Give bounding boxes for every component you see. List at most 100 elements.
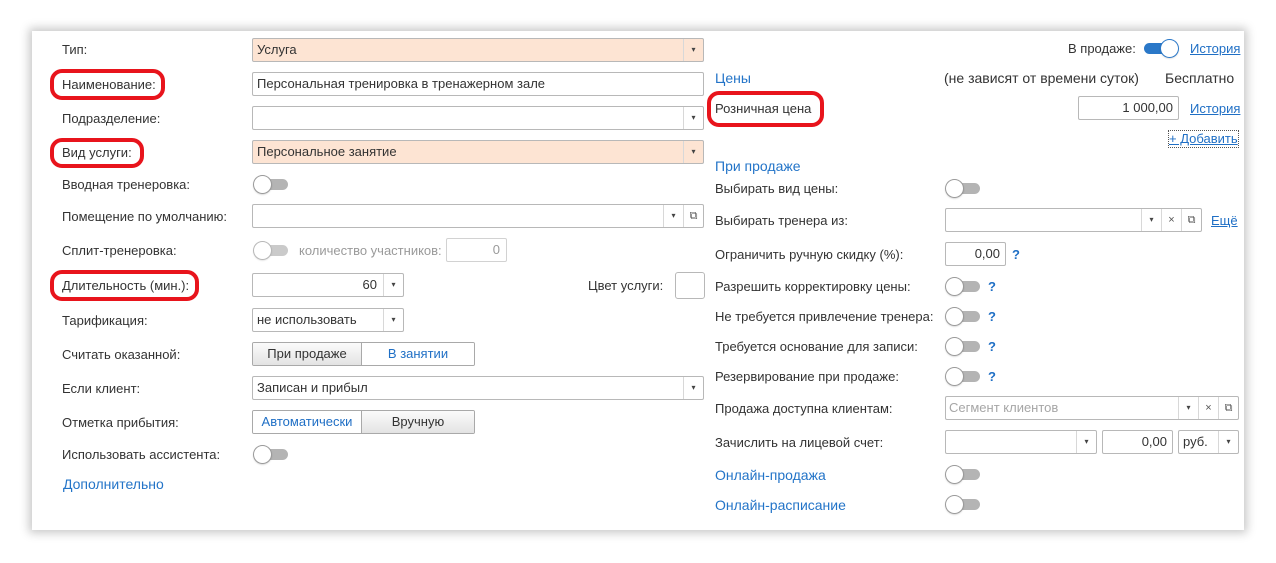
on-sale-toggle[interactable] — [1144, 40, 1178, 57]
use-assistant-toggle[interactable] — [254, 446, 288, 463]
chevron-down-icon[interactable]: ▾ — [663, 205, 683, 227]
limit-discount-value: 0,00 — [974, 246, 1000, 261]
allow-price-adjust-label: Разрешить корректировку цены: — [715, 279, 911, 294]
chevron-down-icon[interactable]: ▾ — [1141, 209, 1161, 231]
chevron-down-icon[interactable]: ▾ — [383, 309, 403, 331]
intro-training-toggle[interactable] — [254, 176, 288, 193]
choose-trainer-select[interactable]: ▾ × ⧉ — [945, 208, 1202, 232]
intro-training-label: Вводная тренеровка: — [62, 177, 191, 192]
chevron-down-icon[interactable]: ▾ — [683, 107, 703, 129]
online-sale-toggle[interactable] — [946, 466, 980, 483]
chevron-down-icon[interactable]: ▾ — [1178, 397, 1198, 419]
free-label: Бесплатно — [1165, 70, 1235, 86]
type-select[interactable]: Услуга ▾ — [252, 38, 704, 62]
service-kind-select[interactable]: Персональное занятие ▾ — [252, 140, 704, 164]
available-to-clients-label: Продажа доступна клиентам: — [715, 401, 893, 416]
no-trainer-needed-label: Не требуется привлечение тренера: — [715, 309, 934, 324]
help-icon[interactable]: ? — [988, 369, 996, 385]
chevron-down-icon[interactable]: ▾ — [383, 274, 403, 296]
split-training-label: Сплит-тренеровка: — [62, 243, 177, 258]
online-sale-link[interactable]: Онлайн-продажа — [715, 467, 826, 484]
service-color-picker[interactable] — [675, 272, 705, 299]
type-label: Тип: — [62, 42, 88, 57]
credit-account-label: Зачислить на лицевой счет: — [715, 435, 884, 450]
chevron-down-icon[interactable]: ▾ — [683, 141, 703, 163]
option-automatic[interactable]: Автоматически — [253, 411, 361, 433]
service-kind-value: Персональное занятие — [257, 144, 397, 159]
chevron-down-icon[interactable]: ▾ — [683, 39, 703, 61]
add-price-link[interactable]: + Добавить — [1168, 130, 1239, 148]
name-value: Персональная тренировка в тренажерном за… — [257, 76, 546, 91]
reserve-on-sale-toggle[interactable] — [946, 368, 980, 385]
limit-discount-label: Ограничить ручную скидку (%): — [715, 247, 904, 262]
division-select[interactable]: ▾ — [252, 106, 704, 130]
allow-price-adjust-toggle[interactable] — [946, 278, 980, 295]
prices-note: (не зависят от времени суток) — [944, 70, 1139, 86]
client-segment-select[interactable]: Сегмент клиентов ▾ × ⧉ — [945, 396, 1239, 420]
currency-value: руб. — [1183, 434, 1208, 449]
tariffing-value: не использовать — [257, 312, 357, 327]
account-select[interactable]: ▾ — [945, 430, 1097, 454]
credit-amount-value: 0,00 — [1141, 434, 1167, 449]
open-icon[interactable]: ⧉ — [1218, 397, 1238, 419]
arrival-mark-label: Отметка прибытия: — [62, 415, 179, 430]
open-icon[interactable]: ⧉ — [1181, 209, 1201, 231]
count-rendered-label: Считать оказанной: — [62, 347, 181, 362]
tariffing-select[interactable]: не использовать ▾ — [252, 308, 404, 332]
if-client-label: Если клиент: — [62, 381, 141, 396]
highlight-ring-name — [50, 69, 165, 100]
chevron-down-icon[interactable]: ▾ — [1218, 431, 1238, 453]
help-icon[interactable]: ? — [988, 309, 996, 325]
prices-section-title[interactable]: Цены — [715, 70, 751, 87]
chevron-down-icon[interactable]: ▾ — [683, 377, 703, 399]
reserve-on-sale-label: Резервирование при продаже: — [715, 369, 899, 384]
client-segment-placeholder: Сегмент клиентов — [949, 400, 1059, 415]
default-room-label: Помещение по умолчанию: — [62, 209, 228, 224]
chevron-down-icon[interactable]: ▾ — [1076, 431, 1096, 453]
retail-price-value: 1 000,00 — [1122, 100, 1173, 115]
participants-input[interactable]: 0 — [446, 238, 507, 262]
participants-label: количество участников: — [299, 243, 442, 258]
count-rendered-switch: При продаже В занятии — [252, 342, 475, 366]
online-schedule-toggle[interactable] — [946, 496, 980, 513]
help-icon[interactable]: ? — [1012, 247, 1020, 263]
option-manual[interactable]: Вручную — [362, 411, 474, 433]
on-sale-section-title[interactable]: При продаже — [715, 158, 801, 175]
choose-price-kind-toggle[interactable] — [946, 180, 980, 197]
highlight-ring-duration — [50, 270, 199, 301]
type-value: Услуга — [257, 42, 297, 57]
basis-required-label: Требуется основание для записи: — [715, 339, 918, 354]
clear-icon[interactable]: × — [1161, 209, 1181, 231]
choose-price-kind-label: Выбирать вид цены: — [715, 181, 839, 196]
arrival-mark-switch: Автоматически Вручную — [252, 410, 475, 434]
split-training-toggle[interactable] — [254, 242, 288, 259]
open-icon[interactable]: ⧉ — [683, 205, 703, 227]
retail-price-input[interactable]: 1 000,00 — [1078, 96, 1179, 120]
name-input[interactable]: Персональная тренировка в тренажерном за… — [252, 72, 704, 96]
if-client-value: Записан и прибыл — [257, 380, 368, 395]
help-icon[interactable]: ? — [988, 279, 996, 295]
price-history-link[interactable]: История — [1190, 101, 1240, 117]
duration-input[interactable]: 60 ▾ — [252, 273, 404, 297]
limit-discount-input[interactable]: 0,00 — [945, 242, 1006, 266]
on-sale-history-link[interactable]: История — [1190, 41, 1240, 57]
clear-icon[interactable]: × — [1198, 397, 1218, 419]
highlight-ring-retail-price — [707, 91, 824, 127]
default-room-select[interactable]: ▾ ⧉ — [252, 204, 704, 228]
highlight-ring-service-kind — [50, 138, 144, 168]
currency-select[interactable]: руб. ▾ — [1178, 430, 1239, 454]
basis-required-toggle[interactable] — [946, 338, 980, 355]
online-schedule-link[interactable]: Онлайн-расписание — [715, 497, 846, 514]
no-trainer-needed-toggle[interactable] — [946, 308, 980, 325]
option-on-sale[interactable]: При продаже — [253, 343, 361, 365]
help-icon[interactable]: ? — [988, 339, 996, 355]
if-client-select[interactable]: Записан и прибыл ▾ — [252, 376, 704, 400]
option-in-class[interactable]: В занятии — [362, 343, 474, 365]
duration-value: 60 — [362, 277, 377, 292]
credit-amount-input[interactable]: 0,00 — [1102, 430, 1173, 454]
division-label: Подразделение: — [62, 111, 161, 126]
additional-link[interactable]: Дополнительно — [63, 476, 164, 493]
on-sale-label: В продаже: — [1068, 41, 1136, 56]
use-assistant-label: Использовать ассистента: — [62, 447, 221, 462]
more-link[interactable]: Ещё — [1211, 213, 1238, 229]
